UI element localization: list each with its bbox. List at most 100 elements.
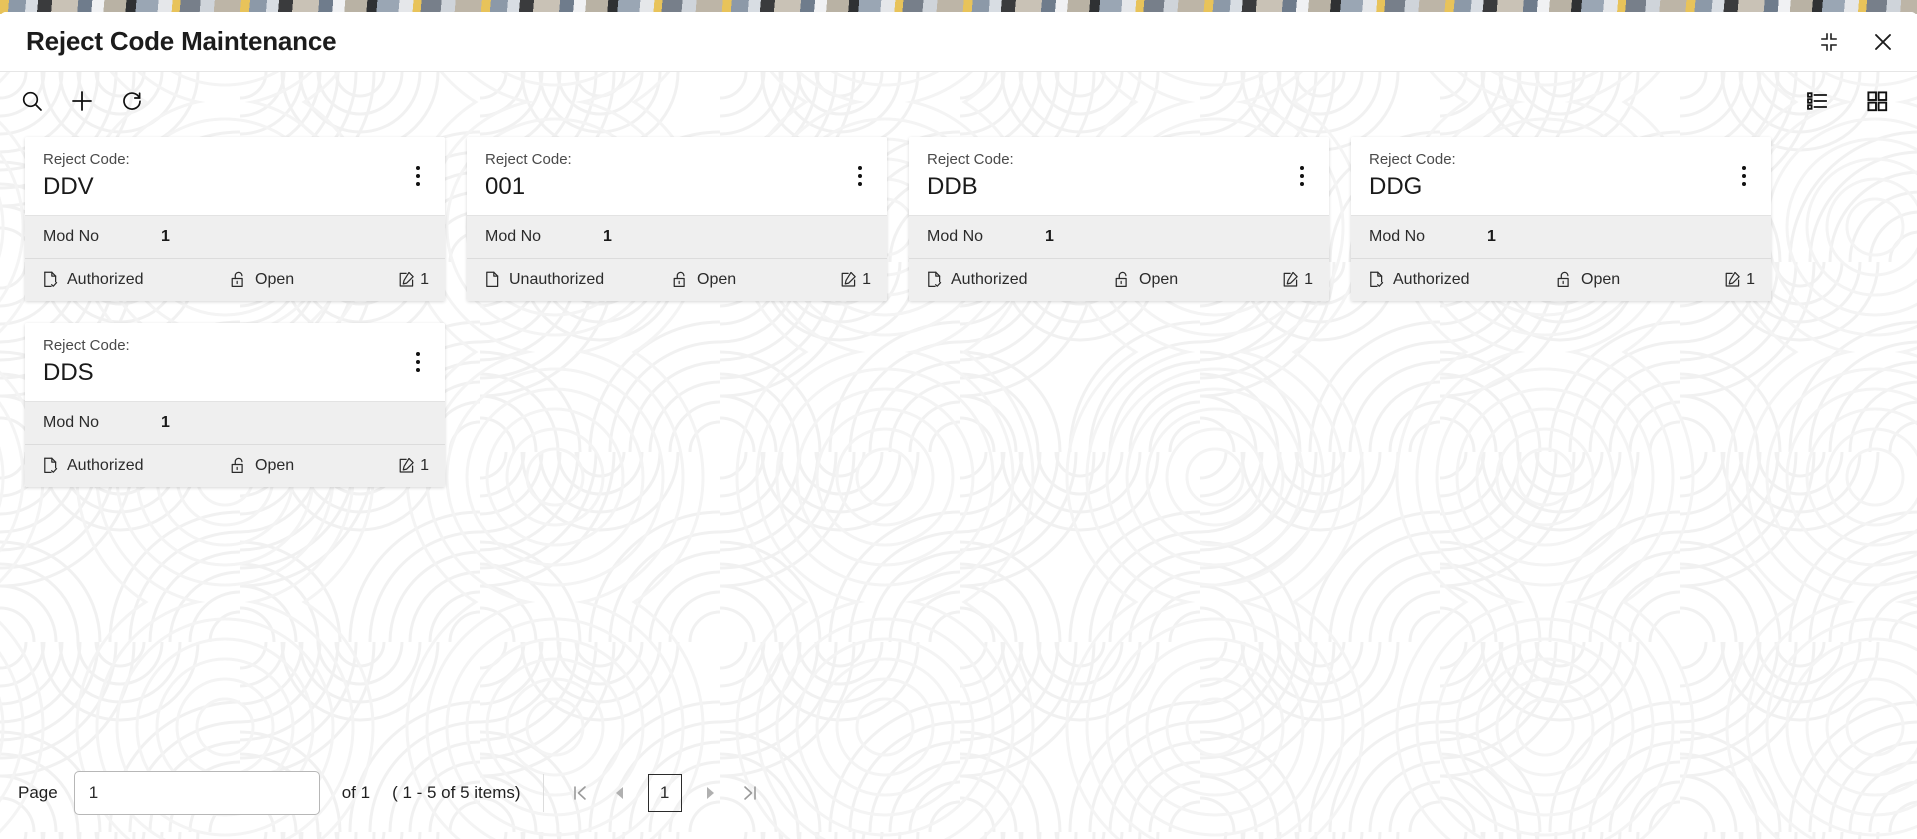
card-lock-status-label: Open <box>1139 270 1179 288</box>
pagination-divider <box>542 774 544 812</box>
card-reject-code-value: DDV <box>43 173 94 200</box>
card-auth-status: Authorized <box>1367 270 1555 289</box>
card-lock-status: Open <box>1113 270 1281 289</box>
unlock-icon <box>673 271 685 287</box>
card-mod-no-row: Mod No 1 <box>467 215 887 258</box>
page-label: Page <box>18 783 58 802</box>
card-edit-count[interactable]: 1 <box>839 270 871 289</box>
card-footer: Unauthorized Open 1 <box>467 258 887 301</box>
card-overflow-menu-icon[interactable] <box>847 161 873 191</box>
card-mod-no-label: Mod No <box>927 228 984 245</box>
edit-square-icon <box>399 457 414 473</box>
item-range-label: ( 1 - 5 of 5 items) <box>392 783 521 802</box>
card-overflow-menu-icon[interactable] <box>405 347 431 377</box>
card-edit-count-label: 1 <box>1304 270 1313 288</box>
refresh-icon[interactable] <box>114 83 150 119</box>
card-lock-status-label: Open <box>255 456 295 474</box>
card-field-label: Reject Code: <box>43 151 130 168</box>
unlock-icon <box>231 271 243 287</box>
card-auth-status: Unauthorized <box>483 270 671 289</box>
reject-code-card-grid: Reject Code: DDV Mod No 1 Authorized Ope… <box>0 130 1800 487</box>
card-field-label: Reject Code: <box>485 151 572 168</box>
first-page-button[interactable] <box>560 773 600 813</box>
card-mod-no-value: 1 <box>161 414 170 431</box>
card-field-label: Reject Code: <box>1369 151 1456 168</box>
card-auth-status-label: Unauthorized <box>509 270 605 288</box>
card-field-label: Reject Code: <box>43 337 130 354</box>
card-auth-status-label: Authorized <box>67 270 144 288</box>
document-check-icon <box>928 271 942 287</box>
reject-code-maintenance-dialog: Reject Code Maintenance Reject Code: DDV… <box>0 12 1917 839</box>
first-page-icon <box>573 786 586 800</box>
card-footer: Authorized Open 1 <box>909 258 1329 301</box>
card-lock-status: Open <box>229 456 397 475</box>
card-mod-no-value: 1 <box>603 228 612 245</box>
card-footer: Authorized Open 1 <box>1351 258 1771 301</box>
card-mod-no-row: Mod No 1 <box>25 215 445 258</box>
page-input[interactable] <box>73 771 320 815</box>
reject-code-card[interactable]: Reject Code: 001 Mod No 1 Unauthorized O… <box>467 137 887 301</box>
card-edit-count-label: 1 <box>1746 270 1755 288</box>
card-reject-code-value: DDS <box>43 359 94 386</box>
card-overflow-menu-icon[interactable] <box>405 161 431 191</box>
card-header: Reject Code: DDS <box>25 323 445 401</box>
titlebar-actions <box>1813 12 1899 72</box>
edit-square-icon <box>841 271 856 287</box>
card-mod-no-value: 1 <box>1487 228 1496 245</box>
card-field-label: Reject Code: <box>927 151 1014 168</box>
card-reject-code-value: DDB <box>927 173 978 200</box>
edit-square-icon <box>1725 271 1740 287</box>
card-overflow-menu-icon[interactable] <box>1731 161 1757 191</box>
dialog-titlebar: Reject Code Maintenance <box>0 12 1917 72</box>
toolbar-left-group <box>14 83 150 119</box>
reject-code-card[interactable]: Reject Code: DDG Mod No 1 Authorized Ope… <box>1351 137 1771 301</box>
card-edit-count[interactable]: 1 <box>1723 270 1755 289</box>
last-page-button[interactable] <box>730 773 770 813</box>
reject-code-card[interactable]: Reject Code: DDV Mod No 1 Authorized Ope… <box>25 137 445 301</box>
card-header: Reject Code: DDB <box>909 137 1329 215</box>
card-lock-status-label: Open <box>255 270 295 288</box>
card-header: Reject Code: 001 <box>467 137 887 215</box>
reject-code-card[interactable]: Reject Code: DDB Mod No 1 Authorized Ope… <box>909 137 1329 301</box>
card-auth-status-label: Authorized <box>1393 270 1470 288</box>
card-edit-count[interactable]: 1 <box>1281 270 1313 289</box>
card-reject-code-value: DDG <box>1369 173 1423 200</box>
card-lock-status: Open <box>1555 270 1723 289</box>
card-auth-status-label: Authorized <box>67 456 144 474</box>
reject-code-card[interactable]: Reject Code: DDS Mod No 1 Authorized Ope… <box>25 323 445 487</box>
card-mod-no-row: Mod No 1 <box>25 401 445 444</box>
card-mod-no-label: Mod No <box>43 414 100 431</box>
document-icon <box>486 271 499 287</box>
page-number-button[interactable]: 1 <box>647 774 682 812</box>
list-view-icon[interactable] <box>1799 83 1835 119</box>
dialog-body: Reject Code: DDV Mod No 1 Authorized Ope… <box>0 72 1917 839</box>
search-icon[interactable] <box>14 83 50 119</box>
card-mod-no-value: 1 <box>1045 228 1054 245</box>
next-page-icon <box>706 787 714 799</box>
restore-down-icon[interactable] <box>1813 26 1845 58</box>
card-edit-count[interactable]: 1 <box>397 456 429 475</box>
card-edit-count[interactable]: 1 <box>397 270 429 289</box>
page-total-label: of 1 <box>341 783 371 802</box>
unlock-icon <box>231 457 243 473</box>
previous-page-button[interactable] <box>600 773 640 813</box>
card-lock-status: Open <box>229 270 397 289</box>
card-mod-no-value: 1 <box>161 228 170 245</box>
last-page-icon <box>743 786 756 800</box>
card-lock-status-label: Open <box>1581 270 1621 288</box>
card-mod-no-label: Mod No <box>1369 228 1426 245</box>
add-icon[interactable] <box>64 83 100 119</box>
close-icon[interactable] <box>1867 26 1899 58</box>
next-page-button[interactable] <box>690 773 730 813</box>
card-lock-status-label: Open <box>697 270 737 288</box>
card-overflow-menu-icon[interactable] <box>1289 161 1315 191</box>
card-auth-status: Authorized <box>41 456 229 475</box>
card-auth-status-label: Authorized <box>951 270 1028 288</box>
document-check-icon <box>44 271 58 287</box>
document-check-icon <box>1370 271 1384 287</box>
card-mod-no-label: Mod No <box>43 228 100 245</box>
unlock-icon <box>1557 271 1569 287</box>
document-check-icon <box>44 457 58 473</box>
card-lock-status: Open <box>671 270 839 289</box>
grid-view-icon[interactable] <box>1859 83 1895 119</box>
